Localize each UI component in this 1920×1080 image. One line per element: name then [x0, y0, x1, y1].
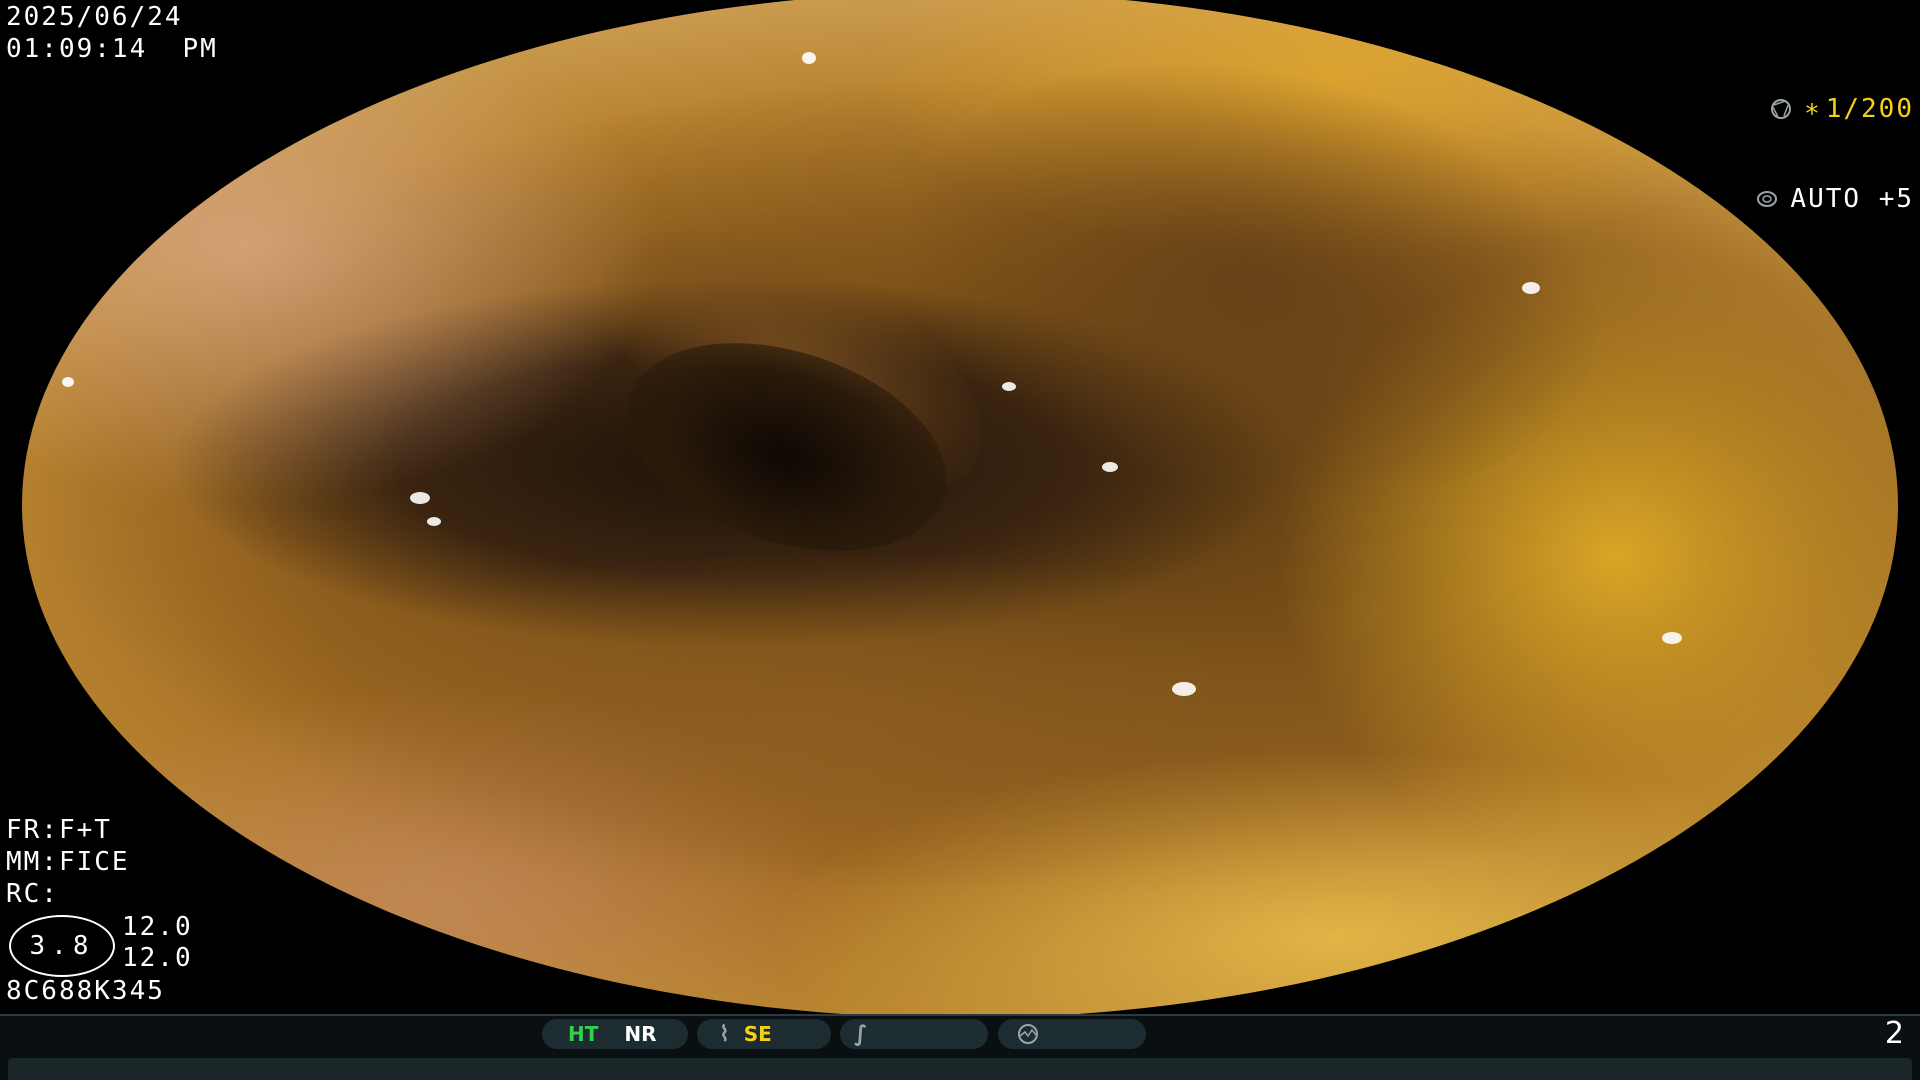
light-reflection [802, 52, 816, 64]
time-readout: 01:09:14 PM [6, 34, 218, 64]
scope-serial: 8C688K345 [6, 976, 165, 1006]
date-readout: 2025/06/24 [6, 2, 183, 32]
shutter-speed: 1/200 [1825, 94, 1914, 124]
endoscopic-image [22, 0, 1898, 1018]
light-reflection [1522, 282, 1540, 294]
enhancement-toggle-group[interactable]: HT NR [542, 1019, 688, 1049]
divider [0, 1014, 1920, 1016]
light-reflection [1442, 992, 1602, 1014]
frame-mode: FR:F+T [6, 815, 112, 845]
endoscope-screen: 2025/06/24 01:09:14 PM ∗ 1/200 AUTO +5 F… [0, 0, 1920, 1080]
signal-icon: ⌇ [719, 1021, 730, 1047]
iris-icon [1757, 191, 1778, 207]
light-reflection [1002, 382, 1016, 391]
slash-icon: ∫ [854, 1021, 868, 1047]
shutter-marker: ∗ [1804, 94, 1822, 124]
shutter-row: ∗ 1/200 [1756, 94, 1914, 124]
light-reflection [410, 492, 430, 504]
mucosal-fold [272, 552, 1372, 892]
light-reflection [427, 517, 441, 526]
dashboard-icon [1018, 1024, 1038, 1044]
auto-exposure: AUTO +5 [1790, 184, 1914, 214]
mucosal-fold [865, 3, 1639, 561]
bottom-track [8, 1058, 1912, 1080]
nr-toggle[interactable]: NR [624, 1022, 656, 1046]
exposure-info: ∗ 1/200 AUTO +5 [1756, 34, 1914, 274]
structure-enhance-group[interactable]: ⌇ SE [697, 1019, 831, 1049]
gauge-badge: 3.8 [9, 915, 115, 977]
light-reflection [1102, 462, 1118, 472]
ht-toggle[interactable]: HT [568, 1022, 598, 1046]
slash-control[interactable]: ∫ [840, 1019, 988, 1049]
image-mode: MM:FICE [6, 847, 130, 877]
iris-row: AUTO +5 [1756, 184, 1914, 214]
page-number: 2 [1884, 1016, 1904, 1051]
light-reflection [62, 377, 74, 387]
se-toggle[interactable]: SE [744, 1022, 772, 1046]
gauge-value: 12.0 [122, 943, 193, 973]
rc-readout: RC: [6, 879, 59, 909]
light-reflection [1172, 682, 1196, 696]
light-reflection [1662, 632, 1682, 644]
aperture-icon [1771, 99, 1792, 119]
dashboard-control[interactable] [998, 1019, 1146, 1049]
gauge-value: 12.0 [122, 912, 193, 942]
